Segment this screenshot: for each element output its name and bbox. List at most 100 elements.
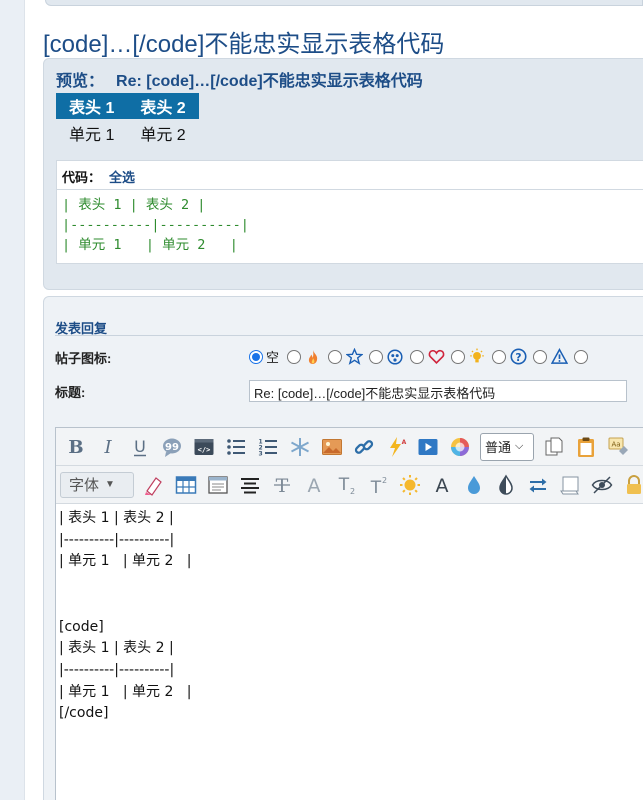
svg-text:?: ?	[515, 351, 521, 364]
swap-icon[interactable]	[522, 470, 554, 500]
quote-icon[interactable]: 99	[156, 432, 188, 462]
italic-icon[interactable]: I	[92, 432, 124, 462]
font-a-icon[interactable]: A	[426, 470, 458, 500]
fire-icon	[304, 348, 322, 366]
code-block-header: 代码： 全选	[57, 161, 643, 190]
question-icon: ?	[509, 348, 527, 366]
window-icon[interactable]	[202, 470, 234, 500]
preview-heading: 预览： Re: [code]…[/code]不能忠实显示表格代码	[56, 67, 423, 91]
list-item-icon[interactable]	[284, 432, 316, 462]
table-header-cell: 表头 1	[56, 93, 128, 119]
remove-format-icon[interactable]: Aa	[602, 432, 634, 462]
post-icon-option-more[interactable]	[574, 349, 591, 364]
svg-text:2: 2	[350, 487, 355, 496]
video-icon[interactable]	[412, 432, 444, 462]
link-icon[interactable]	[348, 432, 380, 462]
underline-icon[interactable]: U	[124, 432, 156, 462]
code-label: 代码：	[62, 170, 102, 185]
post-icon-option-question[interactable]: ?	[492, 348, 527, 366]
editor-toolbar-row-1: B I U 99 </> 123 A 普通 ⌵ Aa	[56, 428, 643, 466]
code-line: | 单元 1 | 单元 2 |	[62, 237, 238, 253]
warning-icon	[550, 348, 568, 366]
post-icon-option-heart[interactable]	[410, 348, 445, 366]
left-sidebar	[0, 0, 25, 800]
contrast-icon[interactable]	[490, 470, 522, 500]
table-cell: 单元 2	[140, 127, 186, 144]
radio-button[interactable]	[533, 349, 548, 364]
lightbulb-icon	[468, 348, 486, 366]
radio-button[interactable]	[369, 349, 384, 364]
align-center-icon[interactable]	[234, 470, 266, 500]
editor-toolbar-row-2: 字体 ▼ T A T2 T2 A	[56, 466, 643, 504]
post-icon-option-fire[interactable]	[287, 348, 322, 366]
image-icon[interactable]	[316, 432, 348, 462]
smiley-icon	[386, 348, 404, 366]
caret-down-icon: ▼	[105, 479, 115, 490]
svg-text:3: 3	[259, 450, 263, 457]
radio-button[interactable]	[451, 349, 466, 364]
chevron-down-icon: ⌵	[515, 440, 524, 452]
svg-text:B: B	[68, 437, 83, 458]
radio-button[interactable]	[574, 349, 589, 364]
post-icon-none-label: 空	[266, 350, 280, 365]
post-icon-option-warning[interactable]	[533, 348, 568, 366]
post-icon-option-smiley[interactable]	[369, 348, 404, 366]
code-block: 代码： 全选 | 表头 1 | 表头 2 | |----------|-------…	[56, 160, 643, 264]
lock-icon[interactable]	[618, 470, 643, 500]
strikethrough-icon[interactable]: T	[266, 470, 298, 500]
post-icon-option-star[interactable]	[328, 348, 363, 366]
svg-text:U: U	[134, 437, 146, 456]
post-editor: B I U 99 </> 123 A 普通 ⌵ Aa 字体 ▼ T A T 2 …	[55, 427, 643, 800]
format-select[interactable]: 普通 ⌵	[480, 432, 534, 461]
svg-text:I: I	[103, 437, 112, 458]
top-strip	[45, 0, 643, 6]
svg-text:A: A	[436, 475, 449, 496]
highlight-icon[interactable]	[138, 470, 170, 500]
drop-icon[interactable]	[458, 470, 490, 500]
bold-icon[interactable]: B	[60, 432, 92, 462]
preview-title: Re: [code]…[/code]不能忠实显示表格代码	[116, 73, 423, 90]
color-icon[interactable]	[444, 432, 476, 462]
code-line: |----------|----------|	[62, 217, 249, 233]
paste-icon[interactable]	[570, 432, 602, 462]
subscript-icon[interactable]: T2	[330, 470, 362, 500]
hide-icon[interactable]	[586, 470, 618, 500]
select-all-link[interactable]: 全选	[109, 170, 135, 185]
radio-button[interactable]	[249, 349, 263, 364]
svg-text:Aa: Aa	[611, 440, 620, 448]
sun-icon[interactable]	[394, 470, 426, 500]
divider	[55, 335, 643, 336]
subject-input[interactable]: Re: [code]…[/code]不能忠实显示表格代码	[249, 380, 627, 402]
message-textarea[interactable]: | 表头 1 | 表头 2 | |----------|----------| …	[56, 504, 643, 800]
table-header-cell: 表头 2	[127, 93, 199, 119]
scroll-icon[interactable]	[554, 470, 586, 500]
subject-label: 标题:	[55, 385, 86, 400]
svg-text:T: T	[370, 478, 382, 496]
radio-button[interactable]	[328, 349, 343, 364]
code-icon[interactable]: </>	[188, 432, 220, 462]
radio-button[interactable]	[287, 349, 302, 364]
star-icon	[345, 348, 363, 366]
svg-text:99: 99	[165, 442, 179, 453]
post-icon-option-none[interactable]: 空	[249, 347, 281, 366]
reply-panel: 发表回复 帖子图标: 空 ? 标题: Re: [code]…[/code]不能忠…	[43, 296, 643, 800]
font-button[interactable]: 字体 ▼	[60, 471, 134, 498]
bullet-list-icon[interactable]	[220, 432, 252, 462]
superscript-icon[interactable]: T2	[362, 470, 394, 500]
radio-button[interactable]	[410, 349, 425, 364]
preview-panel: 预览： Re: [code]…[/code]不能忠实显示表格代码 表头 1 表头 …	[43, 58, 643, 290]
numbered-list-icon[interactable]: 123	[252, 432, 284, 462]
code-content: | 表头 1 | 表头 2 | |----------|----------| | …	[57, 190, 643, 255]
post-icon-option-idea[interactable]	[451, 348, 486, 366]
flash-icon[interactable]: A	[380, 432, 412, 462]
radio-button[interactable]	[492, 349, 507, 364]
size-icon[interactable]: A	[298, 470, 330, 500]
svg-text:A: A	[402, 439, 407, 446]
heart-icon	[427, 348, 445, 366]
copy-icon[interactable]	[538, 432, 570, 462]
table-cell: 单元 1	[69, 127, 115, 144]
code-line: | 表头 1 | 表头 2 |	[62, 197, 206, 213]
preview-table: 表头 1 表头 2 单元 1 单元 2	[56, 93, 199, 147]
table-icon[interactable]	[170, 470, 202, 500]
font-button-label: 字体	[69, 477, 100, 494]
